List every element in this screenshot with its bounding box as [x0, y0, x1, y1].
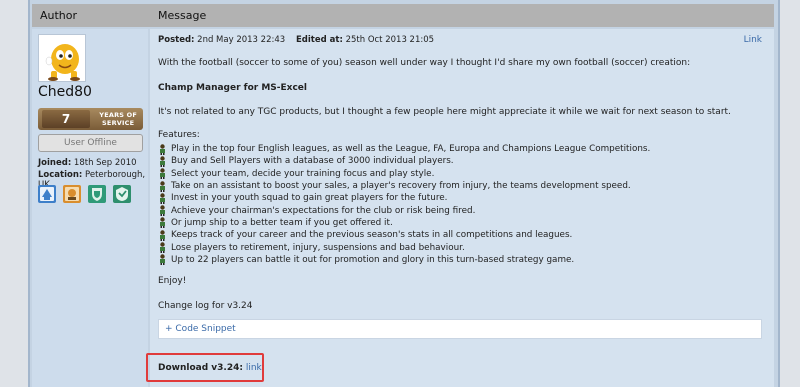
- player-bullet-icon: [160, 230, 165, 241]
- author-column-header: Author: [40, 9, 78, 22]
- feature-text: Achieve your chairman's expectations for…: [171, 205, 476, 216]
- joined-value: 18th Sep 2010: [73, 158, 137, 168]
- code-snippet-box: + Code Snippet: [158, 319, 762, 339]
- location-label: Location:: [38, 170, 83, 180]
- list-item: Up to 22 players can battle it out for p…: [158, 254, 650, 266]
- list-item: Keeps track of your career and the previ…: [158, 229, 650, 241]
- feature-text: Lose players to retirement, injury, susp…: [171, 242, 465, 253]
- feature-text: Or jump ship to a better team if you get…: [171, 217, 393, 228]
- list-item: Or jump ship to a better team if you get…: [158, 217, 650, 229]
- award-badge-blue-icon[interactable]: [38, 185, 56, 203]
- feature-text: Select your team, decide your training f…: [171, 168, 435, 179]
- enjoy-text: Enjoy!: [158, 276, 187, 286]
- feature-text: Keeps track of your career and the previ…: [171, 230, 573, 241]
- award-badge-green-icon[interactable]: [112, 185, 131, 203]
- player-bullet-icon: [160, 193, 165, 204]
- posted-label: Posted:: [158, 35, 195, 45]
- player-bullet-icon: [160, 205, 165, 217]
- user-status-button: User Offline: [38, 134, 143, 152]
- award-badges: [38, 185, 135, 203]
- player-bullet-icon: [160, 180, 165, 192]
- code-snippet-toggle[interactable]: + Code Snippet: [165, 324, 236, 334]
- years-label-line1: YEARS OF: [99, 111, 137, 119]
- edited-value: 25th Oct 2013 21:05: [345, 35, 435, 45]
- award-badge-orange-icon[interactable]: [62, 185, 81, 203]
- feature-text: Take on an assistant to boost your sales…: [171, 181, 631, 192]
- list-item: Achieve your chairman's expectations for…: [158, 204, 650, 217]
- post-title: Champ Manager for MS-Excel: [158, 83, 307, 93]
- years-of-service-badge: 7 YEARS OF SERVICE: [38, 108, 143, 130]
- feature-text: Up to 22 players can battle it out for p…: [171, 254, 575, 265]
- disclaimer-text: It's not related to any TGC products, bu…: [158, 107, 731, 117]
- changelog-text: Change log for v3.24: [158, 301, 253, 311]
- years-label-line2: SERVICE: [102, 119, 135, 127]
- list-item: Take on an assistant to boost your sales…: [158, 180, 650, 192]
- features-heading: Features:: [158, 130, 200, 140]
- post-permalink[interactable]: Link: [744, 35, 762, 45]
- award-badge-green-shield-icon[interactable]: [87, 185, 106, 203]
- avatar[interactable]: [38, 34, 86, 82]
- intro-text: With the football (soccer to some of you…: [158, 58, 691, 68]
- author-panel: Ched80 7 YEARS OF SERVICE User Offline J…: [32, 29, 148, 387]
- list-item: Select your team, decide your training f…: [158, 168, 650, 180]
- table-header: Author Message: [32, 4, 774, 27]
- joined-info: Joined: 18th Sep 2010: [38, 158, 137, 168]
- message-panel: Posted: 2nd May 2013 22:43 Edited at: 25…: [150, 29, 774, 387]
- list-item: Lose players to retirement, injury, susp…: [158, 241, 650, 254]
- edited-label: Edited at:: [296, 35, 343, 45]
- joined-label: Joined:: [38, 158, 72, 168]
- edited-info: Edited at: 25th Oct 2013 21:05: [296, 35, 434, 45]
- player-bullet-icon: [160, 143, 165, 155]
- posted-value: 2nd May 2013 22:43: [197, 35, 286, 45]
- player-bullet-icon: [160, 217, 165, 229]
- years-number: 7: [42, 110, 90, 128]
- list-item: Buy and Sell Players with a database of …: [158, 155, 650, 167]
- feature-text: Invest in your youth squad to gain great…: [171, 193, 448, 204]
- message-column-header: Message: [158, 9, 207, 22]
- download-highlight-box: [146, 353, 264, 382]
- mascot-avatar-icon: [39, 35, 85, 81]
- player-bullet-icon: [160, 168, 165, 180]
- username[interactable]: Ched80: [38, 84, 92, 100]
- posted-info: Posted: 2nd May 2013 22:43: [158, 35, 285, 45]
- feature-text: Play in the top four English leagues, as…: [171, 144, 651, 155]
- player-bullet-icon: [160, 156, 165, 167]
- years-label: YEARS OF SERVICE: [99, 111, 137, 127]
- features-list: Play in the top four English leagues, as…: [158, 143, 650, 266]
- player-bullet-icon: [160, 242, 165, 254]
- list-item: Play in the top four English leagues, as…: [158, 143, 650, 155]
- player-bullet-icon: [160, 254, 165, 266]
- feature-text: Buy and Sell Players with a database of …: [171, 156, 454, 167]
- list-item: Invest in your youth squad to gain great…: [158, 192, 650, 204]
